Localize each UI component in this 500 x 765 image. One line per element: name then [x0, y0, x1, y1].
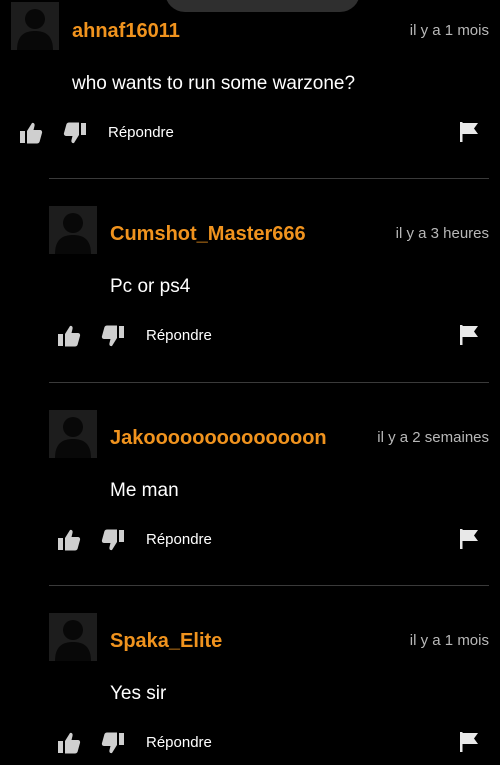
- reply-button[interactable]: Répondre: [146, 327, 212, 344]
- comment-timestamp: il y a 1 mois: [409, 22, 489, 39]
- thumbs-down-icon[interactable]: [101, 528, 125, 552]
- comment-actions: Répondre: [19, 121, 479, 145]
- thumbs-up-icon[interactable]: [57, 731, 81, 755]
- comment-text: Yes sir: [110, 683, 167, 704]
- flag-icon[interactable]: [458, 731, 480, 753]
- comment-timestamp: il y a 1 mois: [409, 632, 489, 649]
- thumbs-up-icon[interactable]: [19, 121, 43, 145]
- comment-text: Pc or ps4: [110, 276, 191, 297]
- reply-button[interactable]: Répondre: [146, 734, 212, 751]
- thumbs-up-icon[interactable]: [57, 324, 81, 348]
- reply-button[interactable]: Répondre: [108, 124, 174, 141]
- thumbs-down-icon[interactable]: [63, 121, 87, 145]
- avatar[interactable]: [11, 2, 59, 50]
- comment-text: who wants to run some warzone?: [72, 73, 356, 94]
- avatar-placeholder-icon: [49, 613, 97, 661]
- thumbs-down-icon[interactable]: [101, 324, 125, 348]
- avatar[interactable]: [49, 206, 97, 254]
- reply-item: Spaka_Elite il y a 1 mois Yes sir Répond…: [0, 586, 500, 765]
- avatar[interactable]: [49, 613, 97, 661]
- flag-icon[interactable]: [458, 324, 480, 346]
- thumbs-down-icon[interactable]: [101, 731, 125, 755]
- avatar-placeholder-icon: [11, 2, 59, 50]
- avatar[interactable]: [49, 410, 97, 458]
- flag-icon[interactable]: [458, 528, 480, 550]
- avatar-placeholder-icon: [49, 410, 97, 458]
- comment-username[interactable]: ahnaf16011: [72, 20, 180, 43]
- avatar-placeholder-icon: [49, 206, 97, 254]
- reply-button[interactable]: Répondre: [146, 531, 212, 548]
- comment-timestamp: il y a 2 semaines: [377, 429, 489, 446]
- flag-icon[interactable]: [458, 121, 480, 143]
- comment-text: Me man: [110, 480, 179, 501]
- comment-actions: Répondre: [57, 324, 477, 348]
- comment-actions: Répondre: [57, 731, 477, 755]
- comment-username[interactable]: Spaka_Elite: [110, 630, 222, 653]
- thumbs-up-icon[interactable]: [57, 528, 81, 552]
- comment-username[interactable]: Jakoooooooooooooon: [110, 427, 327, 450]
- comment-timestamp: il y a 3 heures: [395, 225, 489, 242]
- comment-actions: Répondre: [57, 528, 477, 552]
- reply-item: Cumshot_Master666 il y a 3 heures Pc or …: [0, 179, 500, 382]
- comment-item: ahnaf16011 il y a 1 mois who wants to ru…: [0, 0, 500, 160]
- comment-username[interactable]: Cumshot_Master666: [110, 223, 306, 246]
- reply-item: Jakoooooooooooooon il y a 2 semaines Me …: [0, 383, 500, 586]
